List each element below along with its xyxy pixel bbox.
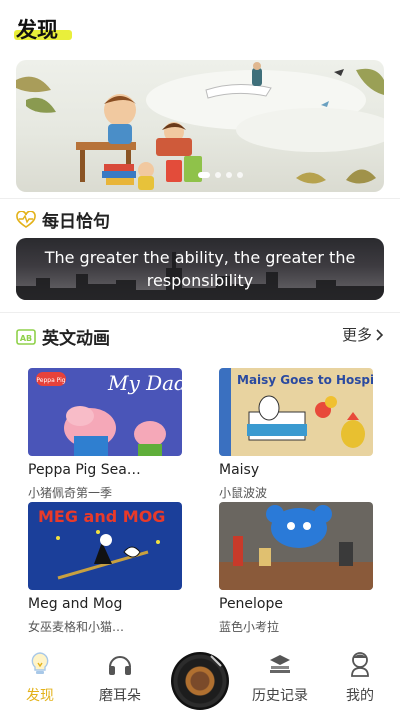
carousel-dot <box>198 172 210 178</box>
cartoon-subtitle: 蓝色小考拉 <box>219 620 280 634</box>
cartoon-title: Penelope <box>219 596 283 612</box>
carousel-dot <box>226 172 232 178</box>
user-icon <box>351 652 369 677</box>
chevron-right-icon <box>376 328 384 341</box>
cartoon-cover: Peppa Pig My Daddy <box>28 368 182 456</box>
carousel-dot <box>237 172 243 178</box>
tab-history[interactable]: 历史记录 <box>248 650 312 705</box>
cartoon-subtitle: 小猪佩奇第一季 <box>28 486 113 500</box>
cartoon-subtitle: 小鼠波波 <box>219 486 268 500</box>
carousel-indicator <box>198 172 243 178</box>
tab-label: 磨耳朵 <box>99 688 141 704</box>
cover-title: MEG and MOG <box>38 507 165 526</box>
tab-listening[interactable]: 磨耳朵 <box>88 650 152 705</box>
cartoon-card[interactable]: MEG and MOG Meg and Mog 女巫麦格和小猫… <box>28 502 182 634</box>
heart-pulse-icon <box>16 210 36 228</box>
books-icon <box>270 655 290 673</box>
bulb-icon <box>31 652 49 674</box>
cartoon-cover: Maisy Goes to Hospital <box>219 368 373 456</box>
daily-quote-text: The greater the ability, the greater the… <box>44 248 356 290</box>
daily-quote-card[interactable]: The greater the ability, the greater the… <box>16 238 384 300</box>
tab-label: 发现 <box>26 688 54 704</box>
page-title: 发现 <box>16 18 58 42</box>
tab-label: 我的 <box>346 688 374 704</box>
cartoon-title: Maisy <box>219 462 260 478</box>
cartoon-card[interactable]: Peppa Pig My Daddy Peppa Pig Sea… 小猪佩奇第一… <box>28 368 182 500</box>
carousel-dot <box>215 172 221 178</box>
section-divider <box>0 312 400 313</box>
cover-title: Maisy Goes to Hospital <box>237 373 373 387</box>
cartoons-title: 英文动画 <box>42 329 110 349</box>
cartoon-title: Meg and Mog <box>28 596 123 612</box>
cartoon-cover <box>219 502 373 590</box>
headphones-icon <box>109 656 131 675</box>
record-disc-icon[interactable] <box>171 652 229 710</box>
cartoon-card[interactable]: Maisy Goes to Hospital Maisy 小鼠波波 <box>219 368 373 500</box>
cover-badge: Peppa Pig <box>36 377 65 384</box>
tab-discover[interactable]: 发现 <box>8 650 72 705</box>
cartoon-title: Peppa Pig Sea… <box>28 462 141 478</box>
tab-mine[interactable]: 我的 <box>328 650 392 705</box>
cartoon-cover: MEG and MOG <box>28 502 182 590</box>
cartoon-subtitle: 女巫麦格和小猫… <box>28 620 125 634</box>
more-label: 更多 <box>341 326 372 344</box>
svg-text:AB: AB <box>20 334 32 343</box>
daily-quote-header: 每日恰句 <box>16 207 110 232</box>
cartoons-header: AB 英文动画 <box>16 324 110 349</box>
cover-title: My Daddy <box>107 371 182 395</box>
more-link[interactable]: 更多 <box>342 324 384 345</box>
tab-label: 历史记录 <box>252 688 308 704</box>
daily-quote-title: 每日恰句 <box>42 212 110 232</box>
video-ab-icon: AB <box>16 328 36 345</box>
cartoon-card[interactable]: Penelope 蓝色小考拉 <box>219 502 373 634</box>
section-divider <box>0 198 400 199</box>
